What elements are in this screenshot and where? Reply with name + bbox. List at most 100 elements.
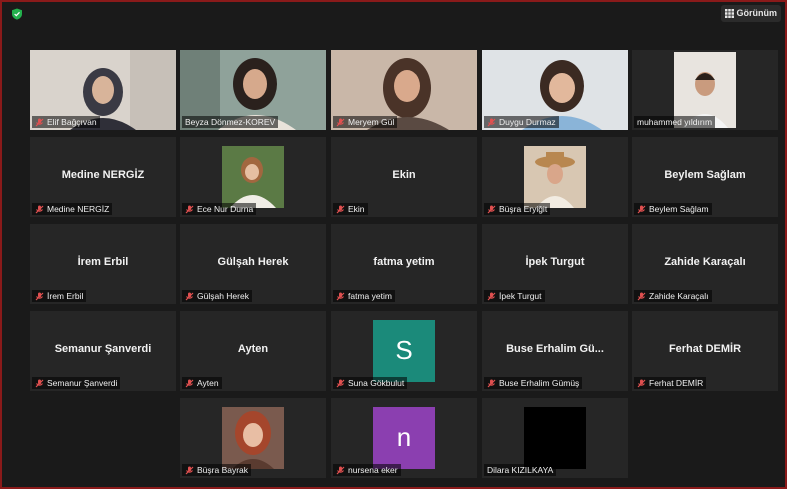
meeting-window: Görünüm Elif Bağçıvan Beyza Dönmez-KOREV	[0, 0, 787, 489]
participant-label: Suna Gökbulut	[333, 377, 408, 389]
participant-label: Buse Erhalim Gümüş	[484, 377, 583, 389]
participant-label: Semanur Şanverdi	[32, 377, 121, 389]
participant-tile[interactable]: Ekin Ekin	[331, 137, 477, 217]
mute-icon	[336, 466, 345, 474]
profile-photo	[524, 407, 586, 469]
participant-display-name: Ekin	[392, 169, 416, 181]
participant-display-name: Zahide Karaçalı	[664, 256, 746, 268]
participant-tile[interactable]: Ferhat DEMİR Ferhat DEMİR	[632, 311, 778, 391]
participant-tile[interactable]: n nursena eker	[331, 398, 477, 478]
mute-icon	[336, 379, 345, 387]
view-button-label: Görünüm	[736, 8, 778, 18]
participant-name: Medine NERGİZ	[47, 204, 110, 214]
participant-name: İrem Erbil	[47, 291, 84, 301]
participant-tile[interactable]: Büşra Eryiğit	[482, 137, 628, 217]
participant-name: Büşra Eryiğit	[499, 204, 548, 214]
mute-icon	[35, 379, 44, 387]
mute-icon	[487, 118, 496, 126]
participant-tile[interactable]: İpek Turgut İpek Turgut	[482, 224, 628, 304]
participant-tile[interactable]: Dilara KIZILKAYA	[482, 398, 628, 478]
participant-label: Beylem Sağlam	[634, 203, 712, 215]
participant-label: Medine NERGİZ	[32, 203, 113, 215]
participant-label: Meryem Gül	[333, 116, 398, 128]
participant-display-name: Ayten	[237, 343, 269, 355]
participant-display-name: Beylem Sağlam	[664, 169, 746, 181]
participant-tile[interactable]: Elif Bağçıvan	[30, 50, 176, 130]
participant-name: Semanur Şanverdi	[47, 378, 118, 388]
mute-icon	[185, 292, 194, 300]
participant-name: nursena eker	[348, 465, 398, 475]
participant-display-name: Buse Erhalim Gü...	[506, 343, 604, 355]
mute-icon	[185, 205, 194, 213]
participant-label: Ece Nur Durna	[182, 203, 257, 215]
participant-name: Beyza Dönmez-KOREV	[185, 117, 276, 127]
participant-label: Büşra Bayrak	[182, 464, 252, 476]
participant-label: Duygu Durmaz	[484, 116, 559, 128]
mute-icon	[637, 379, 646, 387]
mute-icon	[336, 205, 345, 213]
participant-name: Buse Erhalim Gümüş	[499, 378, 580, 388]
participant-label: Gülşah Herek	[182, 290, 252, 302]
participant-tile[interactable]: S Suna Gökbulut	[331, 311, 477, 391]
participant-name: Dilara KIZILKAYA	[487, 465, 554, 475]
participant-label: Zahide Karaçalı	[634, 290, 712, 302]
participant-label: nursena eker	[333, 464, 401, 476]
participant-name: Gülşah Herek	[197, 291, 249, 301]
participant-name: Beylem Sağlam	[649, 204, 709, 214]
mute-icon	[336, 292, 345, 300]
participant-display-name: İpek Turgut	[525, 256, 585, 268]
mute-icon	[185, 379, 194, 387]
participant-display-name: Semanur Şanverdi	[54, 343, 152, 355]
participant-name: Ece Nur Durna	[197, 204, 254, 214]
participant-tile[interactable]: Zahide Karaçalı Zahide Karaçalı	[632, 224, 778, 304]
participant-label: Ferhat DEMİR	[634, 377, 707, 389]
participant-tile[interactable]: Ece Nur Durna	[180, 137, 326, 217]
participant-display-name: Medine NERGİZ	[61, 169, 145, 181]
mute-icon	[35, 205, 44, 213]
participant-tile[interactable]: Meryem Gül	[331, 50, 477, 130]
profile-photo	[222, 146, 284, 208]
mute-icon	[487, 292, 496, 300]
participant-display-name: Gülşah Herek	[217, 256, 289, 268]
grid-icon	[724, 9, 734, 18]
mute-icon	[637, 205, 646, 213]
mute-icon	[35, 118, 44, 126]
participant-tile[interactable]: Semanur Şanverdi Semanur Şanverdi	[30, 311, 176, 391]
participant-label: Dilara KIZILKAYA	[484, 464, 557, 476]
participant-tile-active-speaker[interactable]: Beyza Dönmez-KOREV	[180, 50, 326, 130]
participant-name: muhammed yıldırım	[637, 117, 713, 127]
participant-name: Ekin	[348, 204, 365, 214]
mute-icon	[487, 379, 496, 387]
participant-tile[interactable]: İrem Erbil İrem Erbil	[30, 224, 176, 304]
participant-tile[interactable]: Medine NERGİZ Medine NERGİZ	[30, 137, 176, 217]
participant-name: Duygu Durmaz	[499, 117, 556, 127]
participant-label: Elif Bağçıvan	[32, 116, 100, 128]
participant-display-name: fatma yetim	[373, 256, 435, 268]
participant-name: Elif Bağçıvan	[47, 117, 97, 127]
participant-tile[interactable]: Büşra Bayrak	[180, 398, 326, 478]
participant-label: Büşra Eryiğit	[484, 203, 551, 215]
view-button[interactable]: Görünüm	[720, 5, 781, 22]
participant-label: İpek Turgut	[484, 290, 545, 302]
participant-tile[interactable]: fatma yetim fatma yetim	[331, 224, 477, 304]
mute-icon	[185, 466, 194, 474]
mute-icon	[35, 292, 44, 300]
participant-name: Ferhat DEMİR	[649, 378, 704, 388]
avatar-letter: n	[373, 407, 435, 469]
participant-label: Beyza Dönmez-KOREV	[182, 116, 279, 128]
participant-name: Ayten	[197, 378, 219, 388]
participant-label: fatma yetim	[333, 290, 395, 302]
profile-photo	[222, 407, 284, 469]
participant-tile[interactable]: Duygu Durmaz	[482, 50, 628, 130]
shield-icon[interactable]	[11, 8, 23, 20]
participant-tile[interactable]: Ayten Ayten	[180, 311, 326, 391]
participant-tile[interactable]: Buse Erhalim Gü... Buse Erhalim Gümüş	[482, 311, 628, 391]
participant-tile[interactable]: Beylem Sağlam Beylem Sağlam	[632, 137, 778, 217]
participant-tile[interactable]: Gülşah Herek Gülşah Herek	[180, 224, 326, 304]
participant-tile[interactable]: muhammed yıldırım	[632, 50, 778, 130]
participant-label: Ayten	[182, 377, 222, 389]
participant-label: muhammed yıldırım	[634, 116, 716, 128]
participant-name: Meryem Gül	[348, 117, 395, 127]
participant-name: Suna Gökbulut	[348, 378, 405, 388]
mute-icon	[637, 292, 646, 300]
